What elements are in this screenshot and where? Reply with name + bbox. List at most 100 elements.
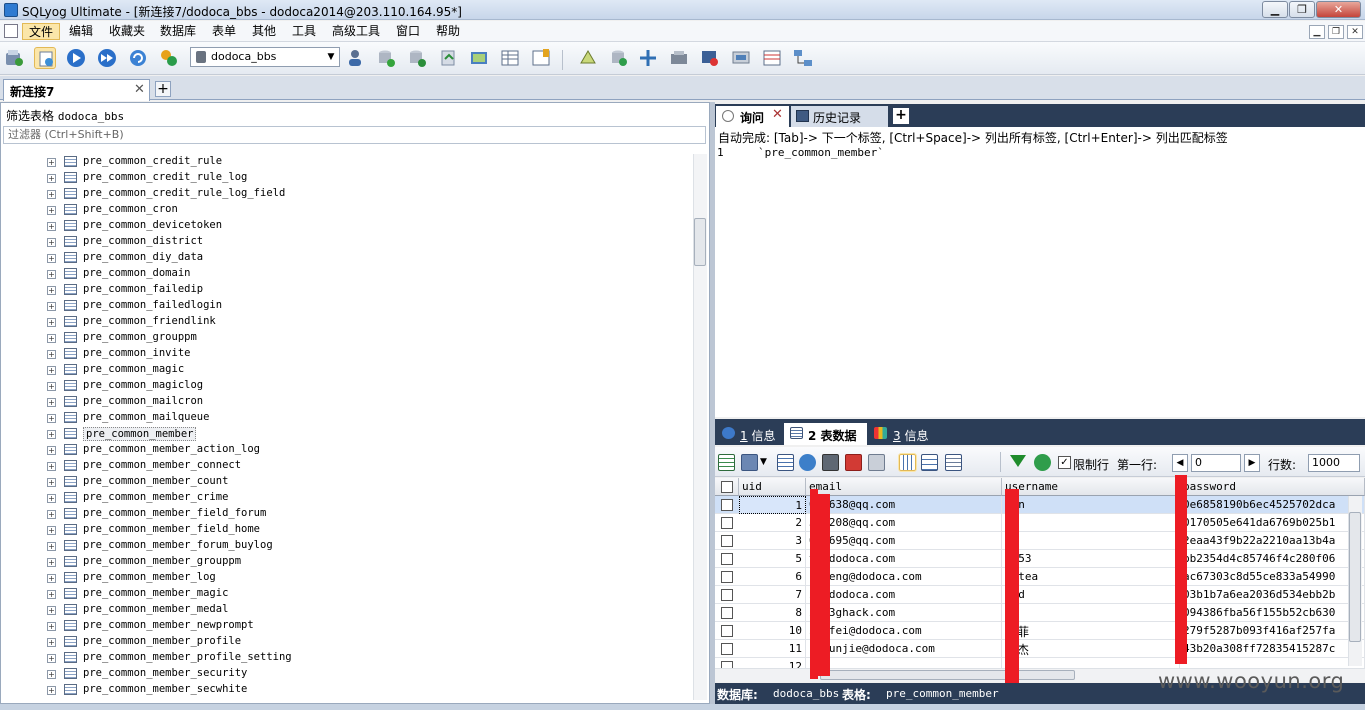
first-row-input[interactable]: 0 (1191, 454, 1241, 472)
menu-other[interactable]: 其他 (246, 23, 282, 40)
tree-item-table[interactable]: + pre_common_member_crime (44, 490, 684, 506)
cell-email[interactable]: 698695@qq.com (806, 532, 1002, 550)
cell-username[interactable] (1002, 658, 1180, 668)
schema-sync-icon[interactable] (158, 47, 180, 69)
expand-icon[interactable]: + (47, 590, 56, 599)
tree-item-table[interactable]: + pre_common_magiclog (44, 378, 684, 394)
cell-password[interactable]: bb2354d4c85746f4c280f06 (1180, 550, 1365, 568)
sql-editor[interactable] (715, 127, 1365, 417)
tree-item-table[interactable]: + pre_common_credit_rule (44, 154, 684, 170)
expand-icon[interactable]: + (47, 606, 56, 615)
expand-icon[interactable]: + (47, 238, 56, 247)
data-sync-icon[interactable] (637, 47, 659, 69)
expand-icon[interactable]: + (47, 686, 56, 695)
execute-all-icon[interactable] (96, 47, 118, 69)
tree-item-table[interactable]: + pre_common_member_medal (44, 602, 684, 618)
filter-icon[interactable] (1010, 455, 1026, 467)
notification-services-icon[interactable] (699, 47, 721, 69)
menu-edit[interactable]: 编辑 (63, 23, 99, 40)
execute-query-icon[interactable] (65, 47, 87, 69)
backup-database-icon[interactable] (406, 47, 428, 69)
schema-designer-icon[interactable] (577, 47, 599, 69)
cell-uid[interactable]: 1 (739, 496, 806, 514)
cell-password[interactable]: 279f5287b093f416af257fa (1180, 622, 1365, 640)
expand-icon[interactable]: + (47, 654, 56, 663)
tree-item-table[interactable]: + pre_common_domain (44, 266, 684, 282)
menu-help[interactable]: 帮助 (430, 23, 466, 40)
row-checkbox[interactable] (721, 553, 733, 565)
row-checkbox[interactable] (721, 535, 733, 547)
expand-icon[interactable]: + (47, 318, 56, 327)
cell-uid[interactable]: 6 (739, 568, 806, 586)
expand-icon[interactable]: + (47, 158, 56, 167)
expand-icon[interactable]: + (47, 622, 56, 631)
cell-password[interactable]: 43b20a308ff72835415287c (1180, 640, 1365, 658)
query-builder-icon[interactable] (608, 47, 630, 69)
expand-icon[interactable]: + (47, 350, 56, 359)
filter-input[interactable]: 过滤器 (Ctrl+Shift+B) (3, 126, 706, 144)
restore-database-icon[interactable] (437, 47, 459, 69)
grid-horizontal-scroll-thumb[interactable] (820, 670, 1075, 680)
cell-email[interactable]: yi@dodoca.com (806, 550, 1002, 568)
cell-password[interactable]: ac67303c8d55ce833a54990 (1180, 568, 1365, 586)
tree-item-table[interactable]: + pre_common_mailcron (44, 394, 684, 410)
row-checkbox[interactable] (721, 607, 733, 619)
row-checkbox[interactable] (721, 625, 733, 637)
column-header-email[interactable]: email (806, 478, 1002, 496)
cell-password[interactable]: 2eaa43f9b22a2210aa13b4a (1180, 532, 1365, 550)
expand-icon[interactable]: + (47, 206, 56, 215)
cell-username[interactable]: rk (1002, 514, 1180, 532)
expand-icon[interactable]: + (47, 542, 56, 551)
expand-icon[interactable]: + (47, 414, 56, 423)
cell-email[interactable]: id@dodoca.com (806, 586, 1002, 604)
menu-table[interactable]: 表单 (206, 23, 242, 40)
expand-icon[interactable]: + (47, 334, 56, 343)
mdi-close-button[interactable]: ✕ (1347, 25, 1363, 39)
tree-item-table[interactable]: + pre_common_friendlink (44, 314, 684, 330)
expand-icon[interactable]: + (47, 366, 56, 375)
text-view-icon[interactable] (945, 454, 962, 471)
tree-item-table[interactable]: + pre_common_member_field_forum (44, 506, 684, 522)
tree-item-table[interactable]: + pre_common_failedip (44, 282, 684, 298)
expand-icon[interactable]: + (47, 462, 56, 471)
expand-icon[interactable]: + (47, 510, 56, 519)
menu-favorites[interactable]: 收藏夹 (103, 23, 151, 40)
limit-rows-checkbox[interactable]: ✓ (1058, 456, 1071, 469)
object-browser-scroll-thumb[interactable] (694, 218, 706, 266)
tree-item-table[interactable]: + pre_common_member_security (44, 666, 684, 682)
cell-username[interactable]: min (1002, 496, 1180, 514)
import-data-icon[interactable] (468, 47, 490, 69)
user-manager-icon[interactable] (344, 47, 366, 69)
cancel-changes-icon[interactable] (868, 454, 885, 471)
cell-uid[interactable]: 8 (739, 604, 806, 622)
tree-item-table[interactable]: + pre_common_member_action_log (44, 442, 684, 458)
mdi-restore-button[interactable]: ❐ (1328, 25, 1344, 39)
tree-item-table[interactable]: + pre_common_diy_data (44, 250, 684, 266)
cell-uid[interactable]: 10 (739, 622, 806, 640)
duplicate-row-icon[interactable] (799, 454, 816, 471)
rows-count-input[interactable]: 1000 (1308, 454, 1360, 472)
schema-compare-icon[interactable] (792, 47, 814, 69)
table-designer-icon[interactable] (530, 47, 552, 69)
tree-item-table[interactable]: + pre_common_magic (44, 362, 684, 378)
schedule-export-icon[interactable] (730, 47, 752, 69)
database-select[interactable]: dodoca_bbs (190, 47, 340, 67)
query-text[interactable]: `pre_common_member` (758, 146, 884, 159)
tree-item-table[interactable]: + pre_common_mailqueue (44, 410, 684, 426)
add-connection-tab-button[interactable]: + (155, 81, 171, 97)
cell-email[interactable]: in@3ghack.com (806, 604, 1002, 622)
cell-username[interactable]: vid (1002, 586, 1180, 604)
tree-item-table[interactable]: + pre_common_member_magic (44, 586, 684, 602)
select-all-checkbox[interactable] (721, 481, 733, 493)
expand-icon[interactable]: + (47, 254, 56, 263)
cell-password[interactable]: 03b1b7a6ea2036d534ebb2b (1180, 586, 1365, 604)
tree-item-table[interactable]: + pre_common_member (44, 426, 684, 442)
column-header-uid[interactable]: uid (739, 478, 806, 496)
cell-email[interactable]: ngjunjie@dodoca.com (806, 640, 1002, 658)
mdi-minimize-button[interactable]: ▁ (1309, 25, 1325, 39)
cell-email[interactable]: 588208@qq.com (806, 514, 1002, 532)
tree-item-table[interactable]: + pre_common_member_newprompt (44, 618, 684, 634)
cell-password[interactable]: 0e6858190b6ec4525702dca (1180, 496, 1365, 514)
new-connection-icon[interactable] (3, 47, 25, 69)
expand-icon[interactable]: + (47, 574, 56, 583)
